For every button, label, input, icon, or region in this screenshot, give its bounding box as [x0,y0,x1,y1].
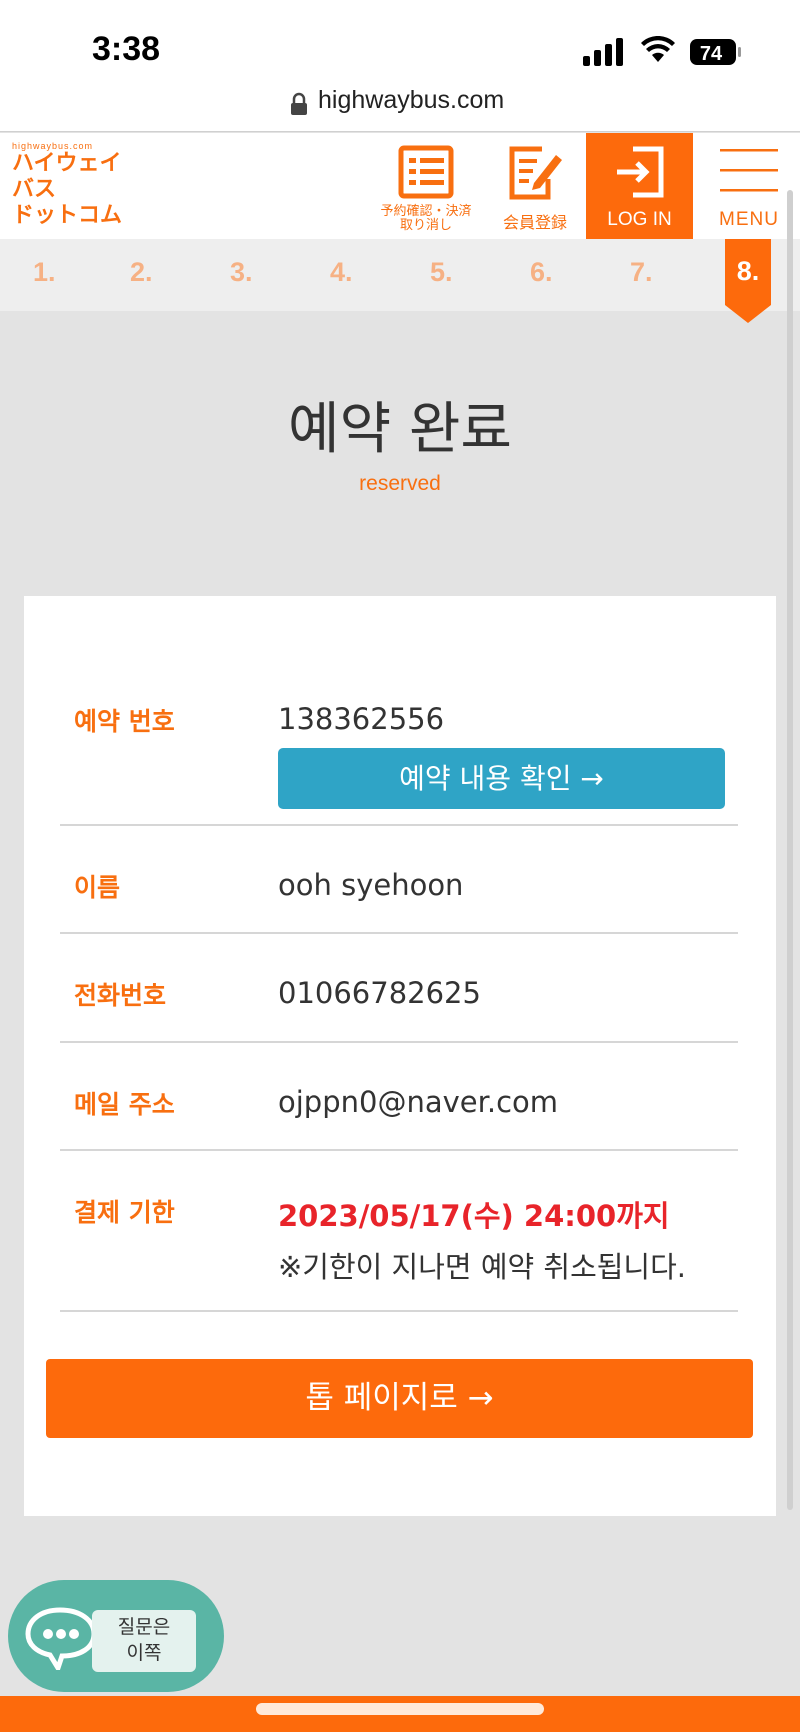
page-scrollbar[interactable] [787,190,793,1510]
name-row: 이름 ooh syehoon [60,826,738,934]
name-value: ooh syehoon [278,868,464,902]
clock: 3:38 [92,30,161,68]
home-indicator[interactable] [256,1703,544,1715]
step-indicator: 1. 2. 3. 4. 5. 6. 7. 8. [0,239,800,323]
step-1: 1. [33,257,56,287]
hamburger-icon [720,149,778,192]
member-register-label: 会員登録 [502,213,567,232]
go-top-page-button[interactable]: 톱 페이지로 → [46,1359,753,1438]
logo-line-3: ドットコム [12,203,123,228]
battery-level: 74 [700,43,723,65]
wifi-icon [641,36,675,62]
phone-row: 전화번호 01066782625 [60,934,738,1043]
step-6: 6. [530,257,553,287]
view-reservation-button[interactable]: 예약 내용 확인 → [278,748,725,809]
logo-line-1: ハイウェイ [12,151,122,176]
phone-label: 전화번호 [74,981,167,1010]
phone-value: 01066782625 [278,976,481,1010]
email-value: ojppn0@naver.com [278,1085,559,1119]
login-icon [616,146,663,198]
site-header: highwaybus.com ハイウェイ バス ドットコム 予約確認・決済 取り… [0,133,800,239]
payment-deadline-note: ※기한이 지나면 예약 취소됩니다. [278,1250,687,1284]
payment-deadline-value: 2023/05/17(수) 24:00까지 [278,1199,670,1233]
step-2: 2. [130,257,153,287]
step-4: 4. [330,257,353,287]
address-bar[interactable]: highwaybus.com [0,80,800,132]
payment-deadline-row: 결제 기한 2023/05/17(수) 24:00까지 ※기한이 지나면 예약 … [60,1151,738,1312]
name-label: 이름 [74,873,121,902]
chat-label: 질문은 이쪽 [92,1610,196,1672]
logo-domain: highwaybus.com [12,141,94,151]
reservation-number-label: 예약 번호 [74,707,175,736]
reservation-check-label-1: 予約確認・決済 [380,204,472,219]
chat-label-line-1: 질문은 [117,1616,171,1638]
login-button[interactable]: LOG IN [586,133,693,239]
member-register-button[interactable]: 会員登録 [490,133,580,239]
edit-document-icon [509,146,562,200]
arrow-right-icon: → [457,1380,494,1416]
logo-line-2: バス [12,177,57,202]
chat-widget-button[interactable]: 질문은 이쪽 [8,1580,224,1692]
lock-icon [291,92,307,115]
step-7: 7. [630,257,653,287]
list-icon [398,145,454,199]
menu-button[interactable]: MENU [705,133,793,239]
menu-label: MENU [719,209,779,230]
login-label: LOG IN [607,209,672,230]
payment-deadline-label: 결제 기한 [74,1198,175,1227]
status-bar: 3:38 74 [0,0,800,80]
email-row: 메일 주소 ojppn0@naver.com [60,1043,738,1151]
url-text[interactable]: highwaybus.com [318,86,504,115]
reservation-check-button[interactable]: 予約確認・決済 取り消し [370,133,482,239]
page-title: 예약 완료 [288,397,512,462]
reservation-number-row: 예약 번호 138362556 예약 내용 확인 → [60,596,738,826]
reservation-card: 예약 번호 138362556 예약 내용 확인 → 이름 ooh syehoo… [24,596,776,1516]
site-logo[interactable]: highwaybus.com ハイウェイ バス ドットコム [12,141,122,229]
step-3: 3. [230,257,253,287]
view-reservation-label: 예약 내용 확인 [399,762,572,795]
reservation-number-value: 138362556 [278,702,445,736]
reservation-check-label-2: 取り消し [399,218,452,233]
step-5: 5. [430,257,453,287]
step-8-active: 8. [725,239,771,323]
go-top-page-label: 톱 페이지로 [305,1380,458,1416]
arrow-right-icon: → [571,762,604,795]
chat-label-line-2: 이쪽 [126,1642,162,1664]
page-subtitle: reserved [359,472,441,495]
email-label: 메일 주소 [74,1090,175,1119]
cellular-signal-icon [583,38,623,66]
battery-icon: 74 [690,39,741,65]
